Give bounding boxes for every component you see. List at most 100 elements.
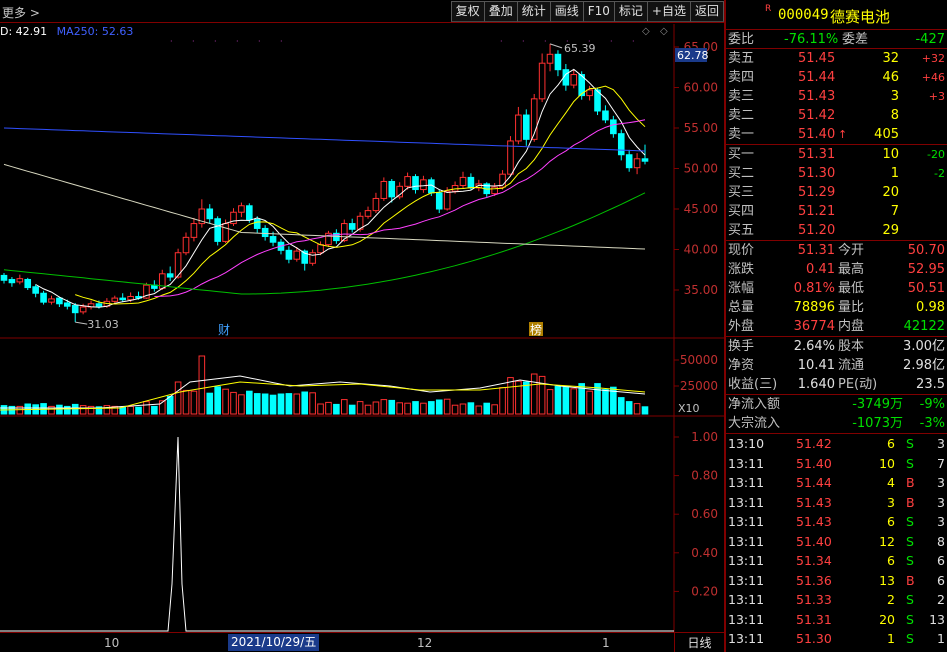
tick-volume: 4 xyxy=(887,475,895,490)
fundamentals-row: 收益(三) 1.640 PE(动) 23.5 xyxy=(726,375,947,394)
volume-bar xyxy=(348,404,356,415)
quote-label: 现价 xyxy=(728,243,755,258)
bids-row[interactable]: 买五 51.20 29 xyxy=(726,221,947,240)
kline-chart[interactable]: 65.0060.0055.0050.0045.0040.0035.0062.78… xyxy=(0,24,724,632)
volume-bar xyxy=(182,389,190,415)
toolbar-button[interactable]: 画线 xyxy=(549,1,584,22)
candle-body xyxy=(40,292,47,303)
bids-row[interactable]: 买四 51.21 7 xyxy=(726,202,947,221)
asks-price: 51.42 xyxy=(798,108,836,123)
volume-bar xyxy=(238,394,245,415)
quote-value: 0.81% xyxy=(793,281,835,296)
candle-body xyxy=(206,208,214,220)
bids-price: 51.21 xyxy=(798,204,836,219)
volume-bar xyxy=(546,389,554,415)
asks-change: +46 xyxy=(921,71,945,84)
tick-list[interactable]: 13:10 51.42 6 S 3 13:11 51.40 10 S 7 13:11 51.44 4 B 3… xyxy=(726,434,947,652)
quote-value: 52.95 xyxy=(907,262,945,277)
asks-row[interactable]: 卖三 51.43 3 +3 xyxy=(726,87,947,106)
tick-price: 51.42 xyxy=(796,436,832,451)
tick-row: 13:10 51.42 6 S 3 xyxy=(726,434,947,454)
candle-body xyxy=(0,274,8,281)
tick-time: 13:11 xyxy=(728,514,765,529)
tick-row: 13:11 51.43 6 S 3 xyxy=(726,512,947,532)
toolbar-button[interactable]: 返回 xyxy=(689,1,724,22)
stock-code[interactable]: 000049 xyxy=(778,7,829,23)
volume-bar xyxy=(206,392,214,415)
tick-price: 51.31 xyxy=(796,611,832,627)
high-marker: 65.39 xyxy=(564,42,596,55)
tick-time: 13:11 xyxy=(728,475,765,490)
fundamentals-label: PE(动) xyxy=(838,377,878,392)
tick-time: 13:11 xyxy=(728,572,765,588)
tick-price: 51.31 xyxy=(796,649,832,652)
tick-volume: 1 xyxy=(887,631,895,646)
volume-bar xyxy=(309,392,316,415)
tick-volume: 3 xyxy=(887,494,895,510)
asks-row[interactable]: 卖二 51.42 8 xyxy=(726,106,947,125)
volume-bar xyxy=(127,405,134,415)
volume-bar xyxy=(491,404,498,415)
candle-body xyxy=(317,244,324,254)
volume-bar xyxy=(222,388,229,415)
quote-value: 0.98 xyxy=(916,300,945,315)
event-label-finance[interactable]: 财 xyxy=(218,323,230,337)
flow-label: 大宗流入 xyxy=(728,416,781,431)
date-axis: 10 2021/10/29/五 12 1 日线 xyxy=(0,632,724,652)
candle-body xyxy=(420,179,427,191)
volume-bar xyxy=(443,398,451,415)
event-label-list[interactable]: 榜 xyxy=(530,322,542,337)
toolbar-button[interactable]: 叠加 xyxy=(483,1,518,22)
candle-body xyxy=(253,219,261,229)
candle-body xyxy=(515,114,522,142)
bids-row[interactable]: 买三 51.29 20 xyxy=(726,183,947,202)
toolbar-button[interactable]: +自选 xyxy=(646,1,691,22)
volume-bar xyxy=(507,377,514,415)
tick-row: 13:11 51.36 13 B 6 xyxy=(726,571,947,591)
tick-time: 13:10 xyxy=(728,436,765,451)
date-label-oct: 10 xyxy=(104,636,120,650)
flow-pct: -3% xyxy=(919,416,945,431)
signal-dot: · xyxy=(544,37,547,46)
more-menu-button[interactable]: 更多 > xyxy=(2,4,40,21)
volume-bar xyxy=(554,385,562,415)
candle-body xyxy=(269,236,277,243)
flow-row: 大宗流入 -1073万 -3% xyxy=(726,414,947,433)
toolbar-button[interactable]: F10 xyxy=(582,1,615,22)
candle-body xyxy=(554,53,562,71)
toolbar-buttons: 复权 叠加 统计 画线 F10 标记 +自选 返回 xyxy=(450,1,724,22)
volume-bar xyxy=(467,402,475,415)
fundamentals-label: 换手 xyxy=(728,339,755,354)
bids-row[interactable]: 买二 51.30 1 -2 xyxy=(726,164,947,183)
quote-label: 外盘 xyxy=(728,319,755,334)
chart-toolbar: 更多 > 复权 叠加 统计 画线 F10 标记 +自选 返回 xyxy=(0,0,724,23)
candle-body xyxy=(246,205,253,221)
volume-bar xyxy=(79,405,87,415)
volume-bar xyxy=(475,405,483,415)
bids-row[interactable]: 买一 51.31 10 -20 xyxy=(726,145,947,164)
asks-label: 卖二 xyxy=(728,108,755,123)
candle-body xyxy=(491,186,498,195)
toolbar-button[interactable]: 标记 xyxy=(613,1,648,22)
asks-row[interactable]: 卖五 51.45 32 +32 xyxy=(726,49,947,68)
tick-count: 33 xyxy=(929,649,945,652)
volume-bar xyxy=(372,401,380,415)
toolbar-button[interactable]: 复权 xyxy=(450,1,485,22)
tick-count: 6 xyxy=(937,553,945,568)
asks-row[interactable]: 卖四 51.44 46 +46 xyxy=(726,68,947,87)
volume-bar xyxy=(253,393,261,415)
asks-row[interactable]: 卖一 51.40 ↑ 405 xyxy=(726,125,947,144)
stock-name[interactable]: 德赛电池 xyxy=(830,6,890,27)
tick-time: 13:11 xyxy=(728,494,765,510)
candle-body xyxy=(602,110,609,121)
period-selector[interactable]: 日线 xyxy=(674,633,724,652)
toolbar-button[interactable]: 统计 xyxy=(516,1,551,22)
ma250-line xyxy=(3,127,646,152)
asks-price: 51.44 xyxy=(798,70,836,85)
quote-value: 42122 xyxy=(903,319,945,334)
candle-body xyxy=(16,278,24,283)
volume-bar xyxy=(396,402,403,415)
volume-bar xyxy=(135,406,142,415)
candle-body xyxy=(48,298,55,303)
candle-body xyxy=(56,297,63,305)
